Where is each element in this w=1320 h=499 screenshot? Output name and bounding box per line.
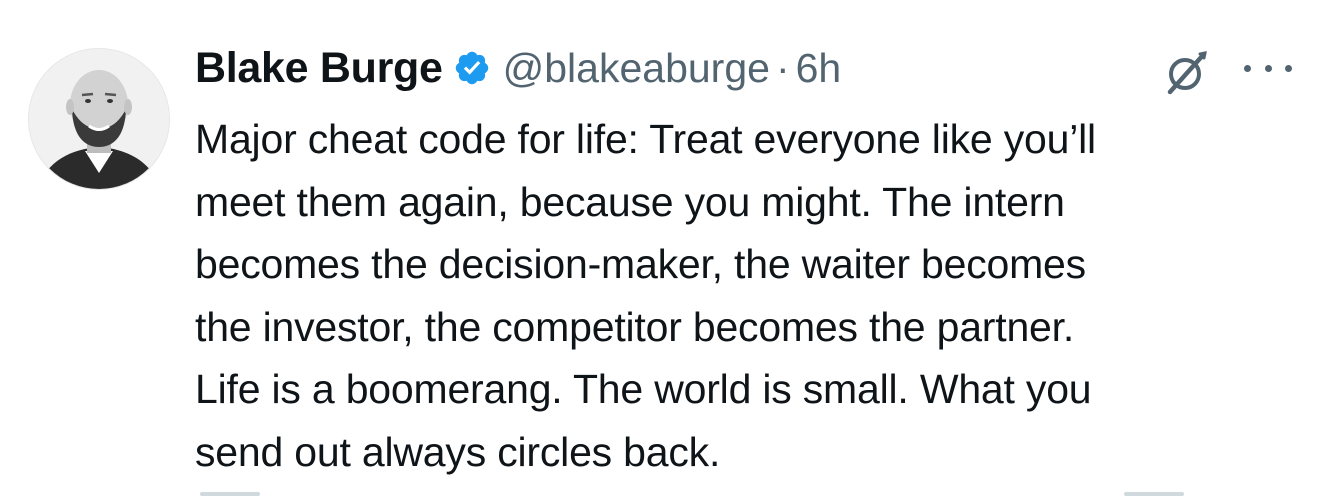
more-dot [1264, 64, 1272, 72]
action-bar-edge [1124, 492, 1184, 496]
more-icon[interactable] [1244, 58, 1292, 78]
more-dot [1244, 64, 1251, 72]
tweet-text: Major cheat code for life: Treat everyon… [195, 116, 1096, 475]
author-handle[interactable]: @blakeaburge [503, 45, 770, 92]
tweet-time[interactable]: 6h [796, 45, 842, 92]
avatar[interactable] [28, 48, 170, 190]
tweet[interactable]: Blake Burge @blakeaburge · 6h Major chea… [0, 0, 1320, 499]
grok-icon[interactable] [1160, 46, 1212, 98]
verified-badge-icon[interactable] [453, 49, 491, 87]
separator-dot: · [775, 44, 790, 91]
tweet-header: Blake Burge @blakeaburge · 6h [195, 40, 841, 96]
action-bar-edge [200, 492, 260, 496]
more-dot [1285, 64, 1292, 72]
author-name[interactable]: Blake Burge [195, 44, 443, 93]
